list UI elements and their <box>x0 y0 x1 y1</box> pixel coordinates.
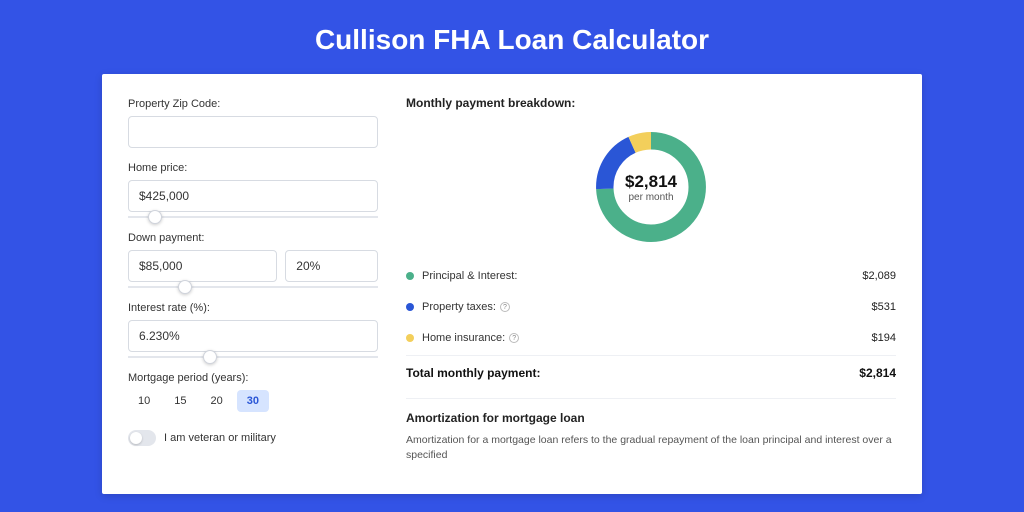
home-price-slider-thumb[interactable] <box>148 210 162 224</box>
total-row: Total monthly payment: $2,814 <box>406 355 896 394</box>
interest-input[interactable] <box>128 320 378 352</box>
amortization-title: Amortization for mortgage loan <box>406 398 896 425</box>
interest-slider[interactable] <box>128 350 378 364</box>
info-icon[interactable]: ? <box>509 333 519 343</box>
veteran-toggle[interactable] <box>128 430 156 446</box>
down-payment-pct-input[interactable] <box>285 250 378 282</box>
zip-input[interactable] <box>128 116 378 148</box>
period-option-20[interactable]: 20 <box>201 390 233 412</box>
legend-dot <box>406 272 414 280</box>
amortization-text: Amortization for a mortgage loan refers … <box>406 433 896 462</box>
down-payment-slider-thumb[interactable] <box>178 280 192 294</box>
down-payment-slider[interactable] <box>128 280 378 294</box>
info-icon[interactable]: ? <box>500 302 510 312</box>
donut-sub: per month <box>628 192 673 203</box>
period-label: Mortgage period (years): <box>128 372 378 384</box>
interest-label: Interest rate (%): <box>128 302 378 314</box>
legend-row: Principal & Interest:$2,089 <box>406 260 896 291</box>
breakdown-column: Monthly payment breakdown: $2,814 per mo… <box>378 96 896 472</box>
legend-dot <box>406 303 414 311</box>
legend-value: $2,089 <box>862 270 896 282</box>
inputs-column: Property Zip Code: Home price: Down paym… <box>128 96 378 472</box>
legend-label: Home insurance: ? <box>422 332 872 344</box>
total-value: $2,814 <box>859 366 896 380</box>
down-payment-label: Down payment: <box>128 232 378 244</box>
legend-value: $531 <box>872 301 896 313</box>
legend-label: Principal & Interest: <box>422 270 862 282</box>
interest-slider-thumb[interactable] <box>203 350 217 364</box>
total-label: Total monthly payment: <box>406 366 859 380</box>
donut-chart: $2,814 per month <box>406 120 896 260</box>
legend-dot <box>406 334 414 342</box>
home-price-label: Home price: <box>128 162 378 174</box>
legend-row: Property taxes: ?$531 <box>406 291 896 322</box>
down-payment-input[interactable] <box>128 250 277 282</box>
legend-label: Property taxes: ? <box>422 301 872 313</box>
page-title: Cullison FHA Loan Calculator <box>0 0 1024 74</box>
breakdown-title: Monthly payment breakdown: <box>406 96 896 110</box>
calculator-card: Property Zip Code: Home price: Down paym… <box>102 74 922 494</box>
period-option-10[interactable]: 10 <box>128 390 160 412</box>
home-price-input[interactable] <box>128 180 378 212</box>
veteran-label: I am veteran or military <box>164 432 276 444</box>
period-option-30[interactable]: 30 <box>237 390 269 412</box>
legend-list: Principal & Interest:$2,089Property taxe… <box>406 260 896 353</box>
period-option-15[interactable]: 15 <box>164 390 196 412</box>
home-price-slider[interactable] <box>128 210 378 224</box>
legend-value: $194 <box>872 332 896 344</box>
period-options: 10152030 <box>128 390 378 412</box>
legend-row: Home insurance: ?$194 <box>406 322 896 353</box>
donut-amount: $2,814 <box>625 172 677 192</box>
zip-label: Property Zip Code: <box>128 98 378 110</box>
